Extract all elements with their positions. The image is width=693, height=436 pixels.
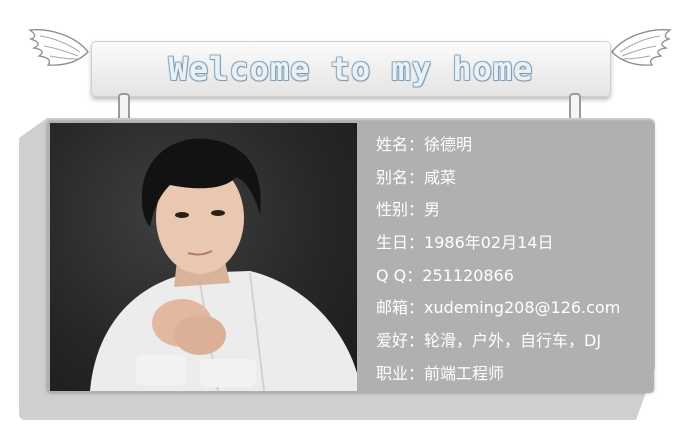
info-label: 性别 — [376, 200, 409, 220]
info-row-email: 邮箱：xudeming208@126.com — [376, 294, 620, 327]
info-label: 别名 — [376, 167, 409, 187]
info-label: 姓名 — [376, 135, 409, 154]
profile-photo — [50, 123, 357, 391]
info-separator: ： — [408, 363, 425, 383]
portrait-illustration — [90, 138, 357, 391]
info-row-gender: 性别：男 — [376, 196, 620, 229]
info-row-occupation: 职业：前端工程师 — [376, 360, 620, 393]
info-value: 男 — [424, 200, 441, 220]
welcome-banner: Welcome to my home — [91, 41, 611, 97]
info-value: xudeming208@126.com — [424, 298, 621, 318]
info-row-qq: Q Q：251120866 — [376, 262, 620, 295]
info-value: 轮滑，户外，自行车，DJ — [424, 331, 602, 351]
info-separator: ： — [408, 233, 425, 253]
info-row-hobbies: 爱好：轮滑，户外，自行车，DJ — [376, 327, 620, 360]
info-separator: ： — [408, 167, 425, 187]
banner-title: Welcome to my home — [168, 50, 534, 88]
info-separator: ： — [406, 265, 423, 285]
info-row-birthday: 生日：1986年02月14日 — [376, 229, 620, 262]
info-row-alias: 别名：咸菜 — [376, 164, 620, 197]
info-label: Q Q — [376, 265, 407, 285]
info-separator: ： — [408, 298, 425, 318]
angel-wing-left-icon — [28, 29, 89, 66]
info-row-name: 姓名：徐德明 — [376, 131, 620, 164]
info-value: 251120866 — [422, 265, 514, 285]
info-label: 生日 — [376, 233, 409, 253]
info-value: 前端工程师 — [424, 363, 505, 383]
info-separator: ： — [408, 331, 425, 351]
info-separator: ： — [408, 135, 425, 154]
profile-info-list: 姓名：徐德明 别名：咸菜 性别：男 生日：1986年02月14日 Q Q：251… — [376, 131, 620, 393]
info-label: 职业 — [376, 363, 409, 383]
angel-wing-right-icon — [611, 29, 672, 66]
info-value: 徐德明 — [424, 135, 473, 154]
info-value: 1986年02月14日 — [424, 233, 554, 253]
info-value: 咸菜 — [424, 167, 457, 187]
info-label: 爱好 — [376, 331, 409, 351]
info-separator: ： — [408, 200, 425, 220]
info-label: 邮箱 — [376, 298, 409, 318]
